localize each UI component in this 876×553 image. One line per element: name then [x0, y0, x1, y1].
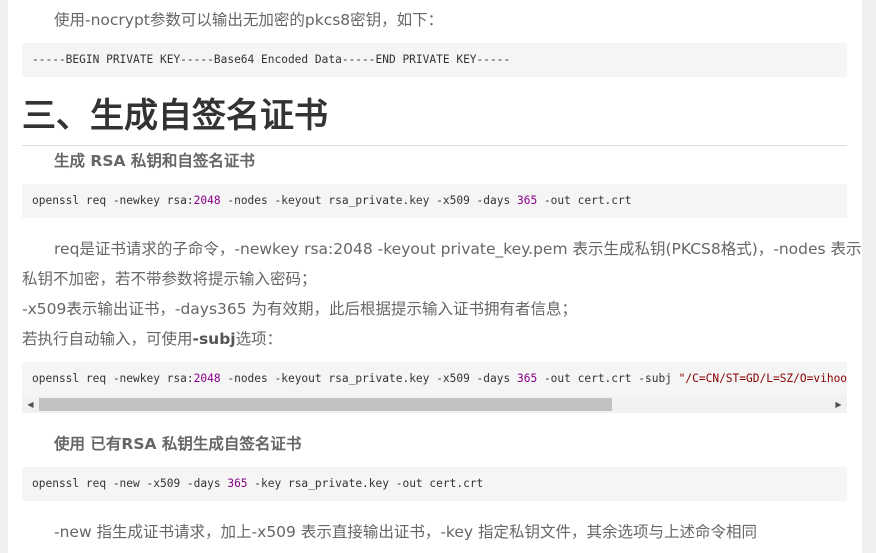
code-line: -----BEGIN PRIVATE KEY-----Base64 Encode… — [32, 53, 511, 66]
code-horizontal-scrollbar[interactable]: ◀ ▶ — [22, 396, 847, 413]
code-line: openssl req -newkey rsa:2048 -nodes -key… — [32, 372, 847, 385]
heading-divider — [22, 145, 847, 146]
code-line: openssl req -new -x509 -days 365 -key rs… — [32, 477, 484, 490]
scrollbar-thumb[interactable] — [39, 398, 612, 411]
section-heading: 三、生成自签名证书 — [22, 96, 328, 136]
explanation-line-2: 私钥不加密，若不带参数将提示输入密码； — [22, 270, 317, 288]
code-block-req-newkey: openssl req -newkey rsa:2048 -nodes -key… — [22, 184, 847, 218]
code-block-req-subj: openssl req -newkey rsa:2048 -nodes -key… — [22, 362, 847, 396]
subj-option: -subj — [192, 330, 236, 348]
scroll-left-arrow-icon[interactable]: ◀ — [22, 396, 39, 413]
explanation-line-1: req是证书请求的子命令，-newkey rsa:2048 -keyout pr… — [54, 240, 862, 258]
scroll-right-arrow-icon[interactable]: ▶ — [830, 396, 847, 413]
new-option-paragraph: -new 指生成证书请求，加上-x509 表示直接输出证书，-key 指定私钥文… — [54, 523, 757, 541]
intro-paragraph: 使用-nocrypt参数可以输出无加密的pkcs8密钥，如下： — [54, 11, 444, 29]
code-block-req-new: openssl req -new -x509 -days 365 -key rs… — [22, 467, 847, 501]
page-side-gutter — [862, 0, 876, 553]
code-block-pem: -----BEGIN PRIVATE KEY-----Base64 Encode… — [22, 43, 847, 77]
article-page: 使用-nocrypt参数可以输出无加密的pkcs8密钥，如下： -----BEG… — [8, 0, 862, 553]
explanation-line-4: 若执行自动输入，可使用-subj选项： — [22, 330, 283, 348]
explanation-line-3: -x509表示输出证书，-days365 为有效期，此后根据提示输入证书拥有者信… — [22, 300, 578, 318]
code-line: openssl req -newkey rsa:2048 -nodes -key… — [32, 194, 632, 207]
subheading-existing-key: 使用 已有RSA 私钥生成自签名证书 — [54, 435, 302, 453]
subheading-generate-rsa: 生成 RSA 私钥和自签名证书 — [54, 152, 255, 170]
